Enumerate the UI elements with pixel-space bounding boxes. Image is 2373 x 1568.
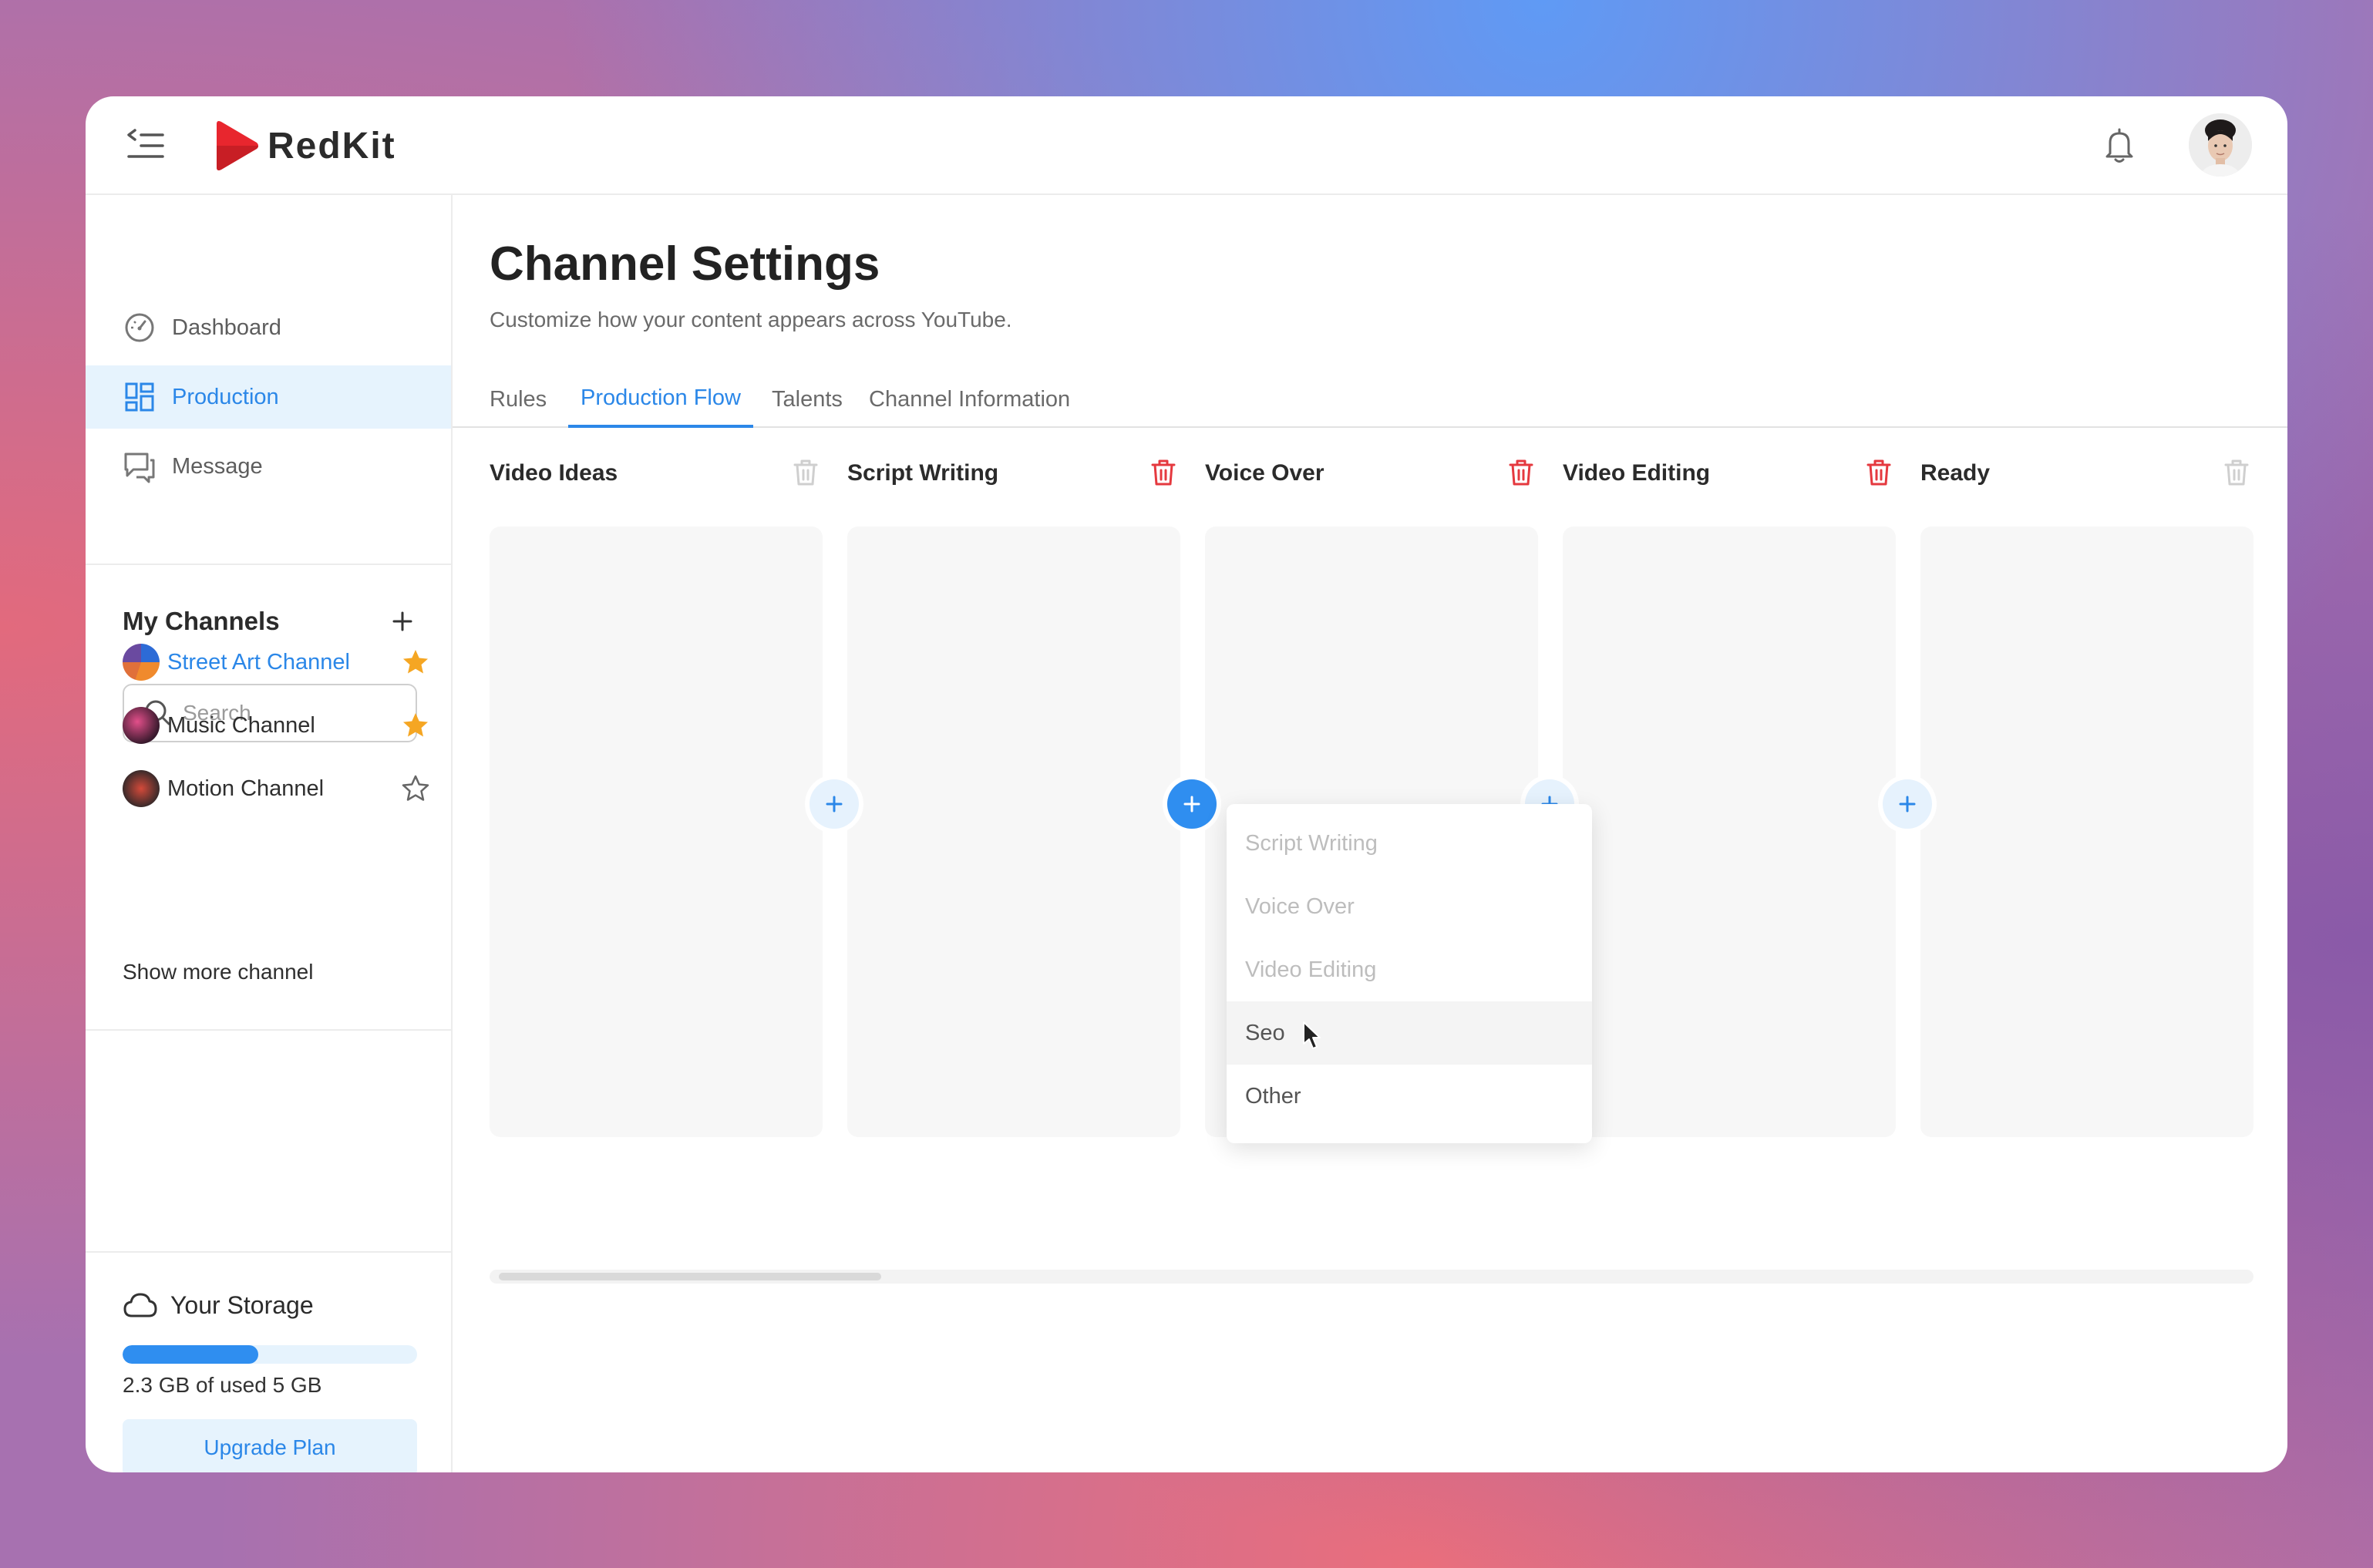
sidebar: Dashboard Production Message My Channels Str… <box>86 195 453 1472</box>
nav-item-message[interactable]: Message <box>86 435 451 498</box>
storage-title: Your Storage <box>170 1290 314 1319</box>
nav-item-production[interactable]: Production <box>86 365 451 429</box>
main-content: Channel Settings Customize how your conte… <box>453 195 2287 1472</box>
storage-usage-text: 2.3 GB of used 5 GB <box>123 1373 322 1397</box>
chat-icon <box>124 453 155 483</box>
column-dropzone[interactable] <box>1563 527 1896 1137</box>
brand-name: RedKit <box>268 125 396 167</box>
channel-item[interactable]: Motion Channel <box>123 765 431 812</box>
delete-column-icon[interactable] <box>1506 457 1537 488</box>
cloud-icon <box>123 1293 157 1317</box>
channel-name: Street Art Channel <box>167 649 350 675</box>
plus-icon <box>1899 796 1916 813</box>
logo[interactable]: RedKit <box>212 119 396 172</box>
nav-item-dashboard[interactable]: Dashboard <box>86 296 451 359</box>
user-avatar[interactable] <box>2189 113 2252 177</box>
channel-name: Music Channel <box>167 712 315 738</box>
horizontal-scrollbar[interactable] <box>490 1270 2254 1284</box>
storage-progress-bar <box>123 1345 417 1364</box>
delete-column-icon[interactable] <box>1148 457 1179 488</box>
upgrade-plan-button[interactable]: Upgrade Plan <box>123 1419 417 1472</box>
add-channel-icon[interactable] <box>383 602 422 641</box>
dropdown-option: Script Writing <box>1245 830 1378 856</box>
mouse-cursor-icon <box>1303 1021 1321 1049</box>
divider <box>86 1251 451 1253</box>
dropdown-option[interactable]: Seo <box>1227 1001 1592 1065</box>
column-title: Script Writing <box>847 460 999 486</box>
dropdown-option: Video Editing <box>1245 957 1377 982</box>
channel-item[interactable]: Music Channel <box>123 702 431 749</box>
nav-label: Dashboard <box>172 315 281 340</box>
app-window: RedKit Dashboard Production Message My C… <box>86 96 2287 1472</box>
nav-label: Production <box>172 384 279 409</box>
column-dropzone[interactable] <box>1920 527 2254 1137</box>
page-title: Channel Settings <box>490 237 880 291</box>
delete-column-icon[interactable] <box>2221 457 2252 488</box>
column-dropzone[interactable] <box>490 527 823 1137</box>
stage-type-dropdown: Script Writing Voice Over Video Editing Seo… <box>1227 804 1592 1143</box>
column-title: Voice Over <box>1205 460 1325 486</box>
delete-column-icon[interactable] <box>1863 457 1894 488</box>
tab-bar: Rules Production Flow Talents Channel Infor… <box>453 371 2287 428</box>
nav-label: Message <box>172 453 263 479</box>
add-stage-button[interactable] <box>1167 779 1217 829</box>
play-logo-icon <box>217 121 258 170</box>
column-title: Video Ideas <box>490 460 618 486</box>
delete-column-icon[interactable] <box>790 457 821 488</box>
channel-avatar <box>123 770 160 807</box>
tab-talents[interactable]: Talents <box>759 371 855 428</box>
column-title: Ready <box>1920 460 1991 486</box>
collapse-sidebar-icon[interactable] <box>124 123 167 166</box>
star-icon[interactable] <box>400 647 431 678</box>
column-dropzone[interactable] <box>847 527 1180 1137</box>
show-more-channels-link[interactable]: Show more channel <box>123 960 313 984</box>
star-icon[interactable] <box>400 710 431 741</box>
storage-progress-fill <box>123 1345 258 1364</box>
channel-avatar <box>123 644 160 681</box>
tab-production-flow[interactable]: Production Flow <box>568 371 753 428</box>
add-stage-button[interactable] <box>1883 779 1932 829</box>
grid-icon <box>125 382 154 412</box>
divider <box>86 564 451 565</box>
tab-channel-information[interactable]: Channel Information <box>857 371 1082 428</box>
gauge-icon <box>125 313 154 342</box>
plus-icon <box>1183 796 1200 813</box>
channel-name: Motion Channel <box>167 776 325 801</box>
dropdown-option[interactable]: Other <box>1227 1065 1592 1128</box>
star-icon[interactable] <box>400 773 431 804</box>
dropdown-option: Voice Over <box>1245 893 1355 919</box>
divider <box>86 1029 451 1031</box>
column-title: Video Editing <box>1563 460 1711 486</box>
scrollbar-thumb[interactable] <box>499 1273 881 1280</box>
tab-rules[interactable]: Rules <box>477 371 559 428</box>
top-bar: RedKit <box>86 96 2287 195</box>
plus-icon <box>826 796 843 813</box>
storage-header: Your Storage <box>123 1290 314 1321</box>
channel-avatar <box>123 707 160 744</box>
channel-item[interactable]: Street Art Channel <box>123 639 431 685</box>
add-stage-button[interactable] <box>810 779 859 829</box>
channels-title: My Channels <box>123 607 280 635</box>
page-subtitle: Customize how your content appears acros… <box>490 308 1012 331</box>
notification-bell-icon[interactable] <box>2098 124 2141 167</box>
